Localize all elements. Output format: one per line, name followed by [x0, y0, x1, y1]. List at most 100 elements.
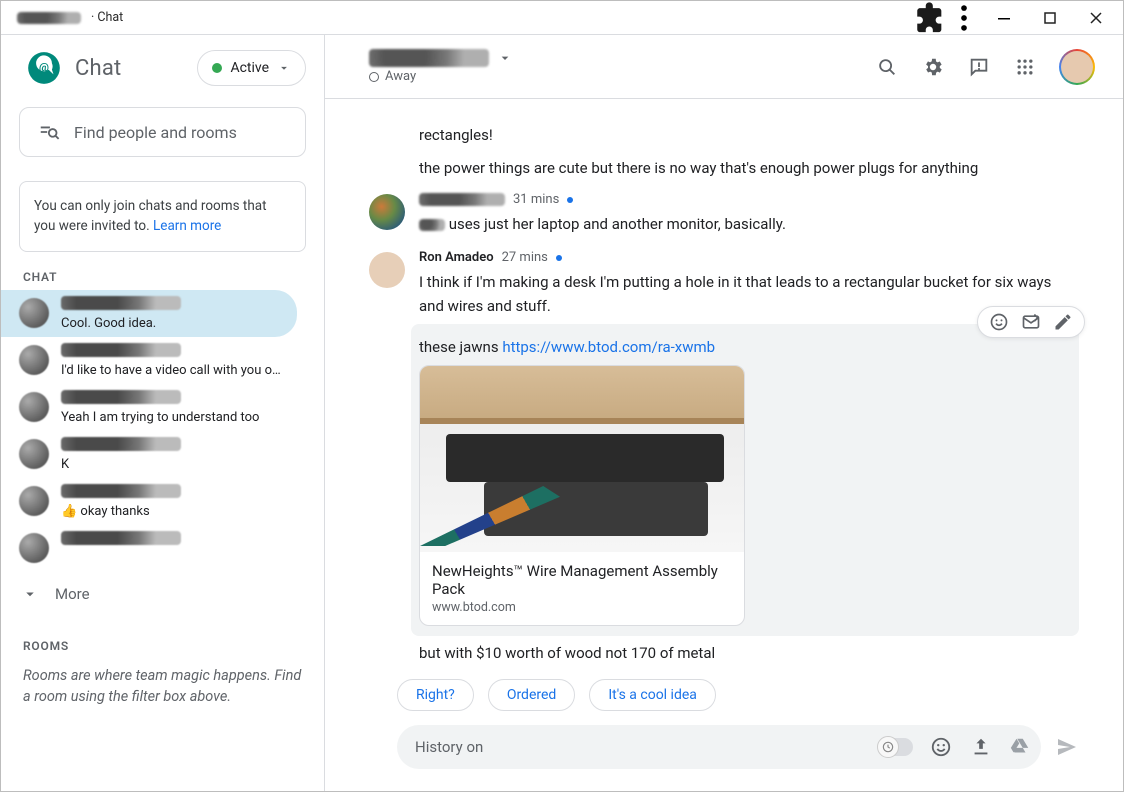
chat-name-redacted: [61, 390, 181, 404]
clock-icon: [881, 740, 895, 754]
message: 31 mins uses just her laptop and another…: [369, 192, 1079, 242]
settings-button[interactable]: [921, 55, 945, 79]
chat-preview: 👍 okay thanks: [61, 504, 283, 519]
upload-button[interactable]: [969, 735, 993, 759]
name-redacted: [419, 219, 445, 231]
avatar: [19, 298, 49, 328]
rooms-empty-text: Rooms are where team magic happens. Find…: [1, 659, 324, 715]
edit-button[interactable]: [1052, 311, 1074, 333]
search-list-icon: [38, 121, 60, 143]
window-minimize-button[interactable]: [981, 1, 1027, 35]
chat-list-item[interactable]: K: [1, 431, 297, 478]
search-placeholder: Find people and rooms: [74, 123, 237, 142]
message-text: the power things are cute but there is n…: [419, 159, 1079, 177]
search-button[interactable]: [875, 55, 899, 79]
presence-dropdown[interactable]: Active: [197, 50, 306, 86]
emoji-button[interactable]: [929, 735, 953, 759]
chat-name-redacted: [61, 531, 181, 545]
message-composer[interactable]: History on: [397, 725, 1041, 769]
feedback-button[interactable]: [967, 55, 991, 79]
titlebar-title: · Chat: [5, 10, 123, 25]
window-close-button[interactable]: [1073, 1, 1119, 35]
react-button[interactable]: [988, 311, 1010, 333]
chevron-down-icon: [497, 50, 513, 66]
smart-reply-chip[interactable]: Right?: [397, 679, 474, 711]
avatar: [19, 345, 49, 375]
chat-list-item[interactable]: Cool. Good idea.: [1, 290, 297, 337]
message-text: rectangles!: [419, 126, 1079, 144]
svg-text:@: @: [39, 61, 49, 74]
avatar: [369, 252, 405, 288]
avatar: [19, 392, 49, 422]
more-label: More: [55, 585, 90, 603]
message-text: uses just her laptop and another monitor…: [419, 213, 1079, 236]
conversation-title-button[interactable]: [369, 49, 513, 67]
smart-replies: Right? Ordered It's a cool idea: [325, 665, 1123, 711]
overflow-menu-icon[interactable]: [947, 1, 981, 35]
chat-preview: Cool. Good idea.: [61, 316, 283, 331]
conversation-header: Away: [325, 35, 1123, 99]
avatar: [19, 439, 49, 469]
history-label: History on: [415, 738, 483, 756]
conversation-name-redacted: [369, 49, 489, 67]
avatar: [19, 533, 49, 563]
avatar: [19, 486, 49, 516]
chat-name-redacted: [61, 437, 181, 451]
brand: @ Chat: [25, 49, 121, 87]
account-avatar-button[interactable]: [1059, 49, 1095, 85]
message-text: these jawns https://www.btod.com/ra-xwmb: [419, 336, 1071, 359]
timestamp: 27 mins: [502, 250, 548, 265]
chat-name-redacted: [61, 296, 181, 310]
info-learn-more-link[interactable]: Learn more: [153, 218, 221, 234]
conversation-scroll[interactable]: rectangles! the power things are cute bu…: [325, 99, 1123, 665]
message-actions-toolbar: [977, 306, 1085, 338]
apps-grid-button[interactable]: [1013, 55, 1037, 79]
window-maximize-button[interactable]: [1027, 1, 1073, 35]
chat-list: Cool. Good idea. I'd like to have a video…: [1, 290, 324, 575]
app-window: · Chat @ Chat: [0, 0, 1124, 792]
presence-dot-icon: [212, 63, 222, 73]
link-preview-card[interactable]: NewHeights™ Wire Management Assembly Pac…: [419, 365, 745, 626]
timestamp: 31 mins: [513, 192, 559, 207]
titlebar-name-redacted: [17, 12, 81, 24]
chat-preview: I'd like to have a video call with you o…: [61, 363, 283, 378]
unread-dot-icon: [556, 255, 562, 261]
chat-list-item[interactable]: I'd like to have a video call with you o…: [1, 337, 297, 384]
away-dot-icon: [369, 72, 379, 82]
chevron-down-icon: [277, 61, 291, 75]
chat-name-redacted: [61, 484, 181, 498]
history-toggle[interactable]: [879, 738, 913, 756]
info-card: You can only join chats and rooms that y…: [19, 181, 306, 252]
author-name-redacted: [419, 193, 505, 206]
search-input[interactable]: Find people and rooms: [19, 107, 306, 157]
link-preview-domain: www.btod.com: [432, 600, 732, 615]
chat-name-redacted: [61, 343, 181, 357]
presence-status: Away: [385, 69, 416, 84]
extensions-icon[interactable]: [913, 1, 947, 35]
titlebar-suffix: · Chat: [91, 10, 123, 25]
message-continuation: rectangles! the power things are cute bu…: [369, 126, 1079, 177]
link-preview-image: [420, 366, 744, 552]
author-name: Ron Amadeo: [419, 250, 494, 265]
message-link[interactable]: https://www.btod.com/ra-xwmb: [502, 338, 715, 356]
presence-label: Active: [230, 60, 269, 76]
chat-logo-icon: @: [25, 49, 63, 87]
chat-list-item[interactable]: 👍 okay thanks: [1, 478, 297, 525]
forward-button[interactable]: [1020, 311, 1042, 333]
sidebar: @ Chat Active Find people and rooms You …: [1, 35, 325, 791]
chevron-down-icon: [21, 585, 39, 603]
chat-preview: K: [61, 457, 283, 472]
link-preview-title: NewHeights™ Wire Management Assembly Pac…: [432, 562, 732, 598]
smart-reply-chip[interactable]: Ordered: [488, 679, 576, 711]
main-panel: Away rectangles! the power things are cu…: [325, 35, 1123, 791]
avatar: [369, 194, 405, 230]
titlebar: · Chat: [1, 1, 1123, 35]
info-text: You can only join chats and rooms that y…: [34, 198, 267, 234]
chat-list-item[interactable]: [1, 525, 297, 569]
send-button[interactable]: [1055, 735, 1079, 759]
chat-list-item[interactable]: Yeah I am trying to understand too: [1, 384, 297, 431]
smart-reply-chip[interactable]: It's a cool idea: [589, 679, 716, 711]
unread-dot-icon: [567, 197, 573, 203]
chat-more-button[interactable]: More: [1, 575, 324, 613]
drive-button[interactable]: [1009, 736, 1031, 758]
